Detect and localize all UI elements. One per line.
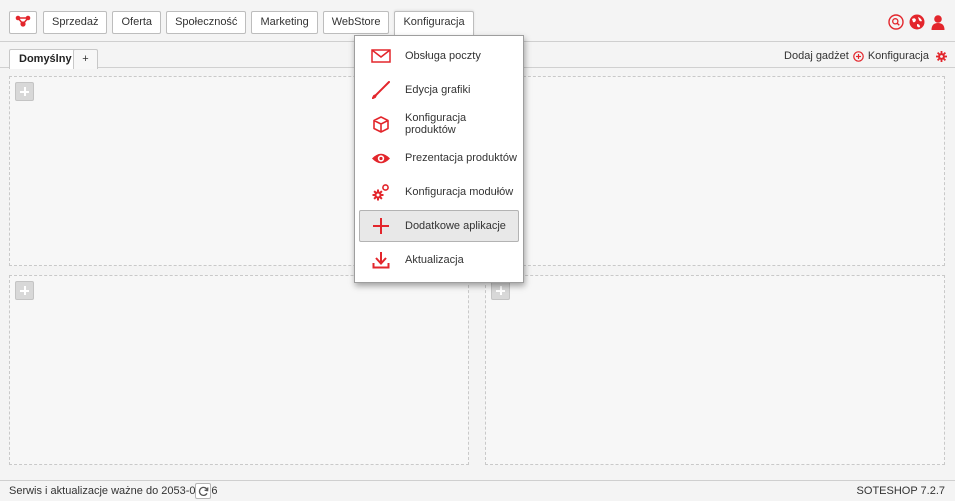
- mail-icon: [370, 46, 392, 66]
- nav-marketing[interactable]: Marketing: [251, 11, 318, 34]
- menu-item-label: Edycja grafiki: [405, 84, 471, 96]
- dashboard-tools: Dodaj gadżet Konfiguracja: [784, 50, 947, 62]
- tab-domyslny[interactable]: Domyślny: [9, 49, 82, 69]
- menu-item-label: Dodatkowe aplikacje: [405, 220, 506, 232]
- refresh-button[interactable]: [195, 483, 211, 499]
- status-bar: Serwis i aktualizacje ważne do 2053-08-2…: [0, 480, 955, 501]
- nav-spolecznosc[interactable]: Społeczność: [166, 11, 247, 34]
- globe-icon[interactable]: [908, 13, 925, 30]
- menu-item-aktualizacja[interactable]: Aktualizacja: [359, 244, 519, 276]
- user-icon[interactable]: [929, 13, 946, 30]
- version-label: SOTESHOP 7.2.7: [856, 485, 945, 497]
- konfiguracja-dropdown: Obsługa poczty Edycja grafiki Konfigurac…: [354, 35, 524, 283]
- nav-konfiguracja[interactable]: Konfiguracja: [394, 11, 474, 37]
- add-widget-button[interactable]: [491, 281, 510, 300]
- add-circle-icon[interactable]: [853, 50, 864, 62]
- box-icon: [370, 114, 392, 134]
- add-tab-button[interactable]: +: [73, 49, 98, 69]
- nav-oferta[interactable]: Oferta: [112, 11, 162, 34]
- menu-item-konfiguracja-produktow[interactable]: Konfiguracja produktów: [359, 108, 519, 140]
- network-logo-icon: [15, 14, 31, 31]
- gears-icon: [370, 182, 392, 202]
- logo-button[interactable]: [9, 11, 37, 34]
- nav-webstore[interactable]: WebStore: [322, 11, 390, 34]
- top-right-icons: [887, 13, 946, 30]
- nav-sprzedaz[interactable]: Sprzedaż: [43, 11, 108, 34]
- eye-icon: [370, 148, 392, 168]
- add-widget-button[interactable]: [15, 281, 34, 300]
- service-status-text: Serwis i aktualizacje ważne do 2053-08-2…: [9, 485, 218, 497]
- gear-icon[interactable]: [936, 50, 947, 62]
- refresh-icon: [198, 486, 208, 496]
- gadget-area-bottom-right: [485, 275, 945, 465]
- download-icon: [370, 250, 392, 270]
- menu-item-prezentacja-produktow[interactable]: Prezentacja produktów: [359, 142, 519, 174]
- menu-item-label: Aktualizacja: [405, 254, 464, 266]
- add-widget-button[interactable]: [15, 82, 34, 101]
- menu-item-label: Obsługa poczty: [405, 50, 481, 62]
- menu-item-label: Prezentacja produktów: [405, 152, 517, 164]
- menu-item-obsluga-poczty[interactable]: Obsługa poczty: [359, 40, 519, 72]
- menu-item-edycja-grafiki[interactable]: Edycja grafiki: [359, 74, 519, 106]
- gadget-area-bottom-left: [9, 275, 469, 465]
- menu-item-konfiguracja-modulow[interactable]: Konfiguracja modułów: [359, 176, 519, 208]
- menu-item-dodatkowe-aplikacje[interactable]: Dodatkowe aplikacje: [359, 210, 519, 242]
- main-nav: Sprzedaż Oferta Społeczność Marketing We…: [43, 11, 479, 37]
- search-icon[interactable]: [887, 13, 904, 30]
- menu-item-label: Konfiguracja produktów: [405, 112, 467, 136]
- add-gadget-link[interactable]: Dodaj gadżet: [784, 50, 849, 62]
- menu-item-label: Konfiguracja modułów: [405, 186, 514, 198]
- plus-icon: [370, 216, 392, 236]
- brush-icon: [370, 80, 392, 100]
- config-link[interactable]: Konfiguracja: [868, 50, 929, 62]
